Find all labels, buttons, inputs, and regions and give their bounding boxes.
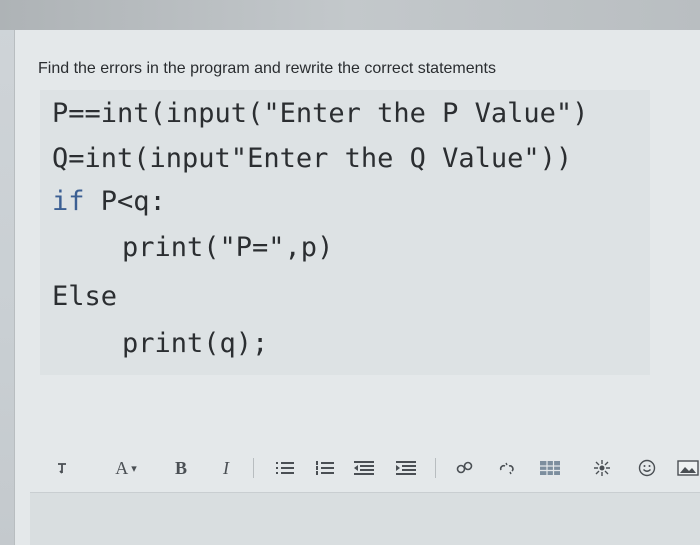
code-line-2: Q=int(input"Enter the Q Value")) (52, 143, 573, 174)
link-icon[interactable] (454, 448, 476, 488)
paragraph-icon[interactable] (52, 448, 72, 488)
screen: Find the errors in the program and rewri… (0, 0, 700, 545)
code-line-6: print(q); (122, 328, 269, 359)
table-icon[interactable] (538, 448, 562, 488)
unordered-list-icon[interactable] (274, 448, 296, 488)
special-character-icon[interactable] (590, 448, 614, 488)
italic-button[interactable]: I (216, 448, 236, 488)
chevron-down-icon: ▾ (131, 462, 137, 475)
code-block: P==int(input("Enter the P Value") Q=int(… (40, 90, 650, 375)
unlink-icon[interactable] (496, 448, 518, 488)
code-line-1: P==int(input("Enter the P Value") (52, 98, 589, 129)
code-line-3: if P<q: (52, 188, 166, 215)
answer-editor-area[interactable] (30, 492, 700, 545)
if-keyword: if (52, 186, 85, 217)
editor-toolbar: A ▾ B I (30, 448, 700, 488)
font-color-label: A (115, 457, 129, 478)
font-color-button[interactable]: A ▾ (108, 448, 144, 488)
if-condition: P<q: (84, 186, 166, 217)
italic-label: I (223, 457, 229, 478)
indent-icon[interactable] (394, 448, 418, 488)
top-bar (0, 0, 700, 30)
bold-label: B (174, 457, 187, 478)
code-line-5: Else (52, 281, 118, 312)
ordered-list-icon[interactable] (314, 448, 336, 488)
question-text: Find the errors in the program and rewri… (38, 60, 496, 77)
code-line-4: print("P=",p) (122, 232, 334, 263)
image-icon[interactable] (676, 448, 700, 488)
outdent-icon[interactable] (352, 448, 376, 488)
toolbar-divider (435, 458, 436, 478)
toolbar-divider (253, 458, 254, 478)
emoji-icon[interactable] (635, 448, 659, 488)
bold-button[interactable]: B (171, 448, 191, 488)
